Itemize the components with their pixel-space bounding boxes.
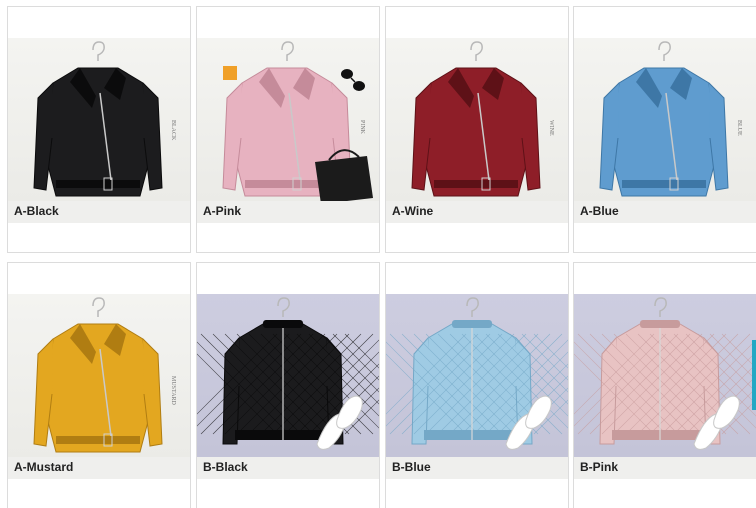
variant-label: B-Black <box>203 460 248 474</box>
hanger-icon <box>92 297 105 317</box>
collar <box>263 320 303 328</box>
jacket-body <box>611 67 717 197</box>
caption-bar: A-Black <box>8 201 190 223</box>
jacket-illustration: BLUE <box>599 41 742 197</box>
color-tag: BLUE <box>736 120 742 136</box>
variant-label: A-Mustard <box>14 460 74 474</box>
product-photo: MUSTARD <box>8 294 190 457</box>
sunglasses-icon <box>341 69 365 91</box>
variant-label: A-Black <box>14 204 59 218</box>
belt <box>56 180 140 188</box>
collar <box>640 320 680 328</box>
color-tag: MUSTARD <box>170 376 176 406</box>
caption-bar: A-Mustard <box>8 457 190 479</box>
hanger-icon <box>654 297 667 317</box>
product-photo: WINE <box>386 38 568 201</box>
hanger-icon <box>466 297 479 317</box>
jacket-illustration <box>574 297 756 450</box>
color-tag: WINE <box>548 120 554 136</box>
variant-card-a-wine[interactable]: WINE A-Wine <box>385 6 569 253</box>
collar <box>452 320 492 328</box>
hanger-icon <box>658 41 671 61</box>
product-photo: PINK <box>197 38 379 201</box>
jacket-body <box>423 67 529 197</box>
jacket-illustration <box>197 297 379 450</box>
jacket-illustration: PINK <box>222 41 373 201</box>
variant-label: A-Wine <box>392 204 434 218</box>
jacket-illustration <box>386 297 568 450</box>
variant-card-b-pink[interactable]: B-Pink <box>573 262 756 508</box>
product-photo: BLUE <box>574 38 756 201</box>
product-photo <box>574 294 756 457</box>
belt <box>245 180 329 188</box>
jacket-illustration: WINE <box>411 41 554 197</box>
poster-icon <box>223 66 237 80</box>
belt <box>56 436 140 444</box>
caption-bar: B-Black <box>197 457 379 479</box>
product-photo <box>386 294 568 457</box>
caption-bar: B-Blue <box>386 457 568 479</box>
variant-card-b-black[interactable]: B-Black <box>196 262 380 508</box>
caption-bar: A-Wine <box>386 201 568 223</box>
jacket-body <box>45 323 151 453</box>
variant-label: A-Blue <box>580 204 619 218</box>
scroll-edge-tab[interactable] <box>752 340 756 410</box>
color-tag: PINK <box>359 120 365 135</box>
variant-label: B-Blue <box>392 460 431 474</box>
product-photo <box>197 294 379 457</box>
variant-card-a-black[interactable]: BLACK A-Black <box>7 6 191 253</box>
caption-bar: A-Blue <box>574 201 756 223</box>
caption-bar: A-Pink <box>197 201 379 223</box>
belt <box>434 180 518 188</box>
variant-label: B-Pink <box>580 460 619 474</box>
variant-card-b-blue[interactable]: B-Blue <box>385 262 569 508</box>
hanger-icon <box>470 41 483 61</box>
color-tag: BLACK <box>170 120 176 141</box>
jacket-body <box>45 67 151 197</box>
hanger-icon <box>277 297 290 317</box>
product-variant-grid: BLACK A-Black PINK A-Pink WINE A-Wine BL… <box>0 0 756 508</box>
hanger-icon <box>281 41 294 61</box>
caption-bar: B-Pink <box>574 457 756 479</box>
variant-card-a-blue[interactable]: BLUE A-Blue <box>573 6 756 253</box>
variant-card-a-mustard[interactable]: MUSTARD A-Mustard <box>7 262 191 508</box>
variant-label: A-Pink <box>203 204 242 218</box>
jacket-illustration: MUSTARD <box>33 297 176 453</box>
jacket-illustration: BLACK <box>33 41 176 197</box>
belt <box>622 180 706 188</box>
hanger-icon <box>92 41 105 61</box>
variant-card-a-pink[interactable]: PINK A-Pink <box>196 6 380 253</box>
product-photo: BLACK <box>8 38 190 201</box>
